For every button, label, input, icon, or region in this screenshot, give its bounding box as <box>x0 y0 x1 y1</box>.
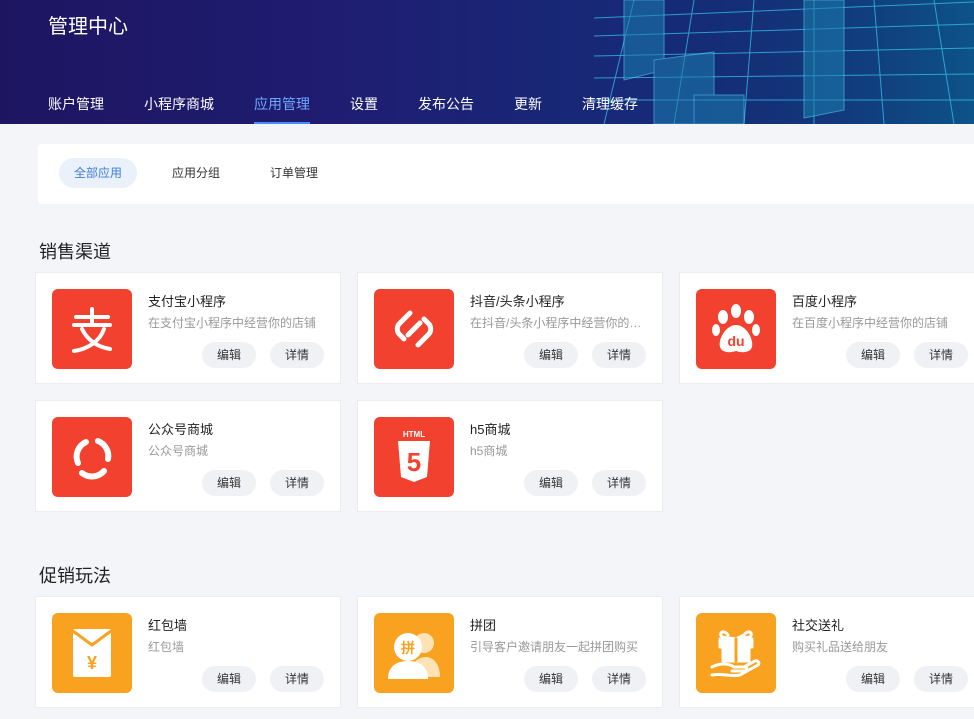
main-nav: 账户管理 小程序商城 应用管理 设置 发布公告 更新 清理缓存 <box>48 94 678 124</box>
edit-button[interactable]: 编辑 <box>524 470 578 496</box>
app-card-h5: HTML 5 h5商城 h5商城 编辑 详情 <box>357 400 663 512</box>
app-tab-bar: 全部应用 应用分组 订单管理 <box>38 144 974 204</box>
edit-button[interactable]: 编辑 <box>524 342 578 368</box>
section-title-promotions: 促销玩法 <box>39 566 111 586</box>
app-card-red-envelope: ¥ 红包墙 红包墙 编辑 详情 <box>35 596 341 708</box>
top-header: 管理中心 账户管理 小程序商城 应用管理 设置 发布公告 更新 清理缓存 <box>0 0 974 124</box>
app-description: 公众号商城 <box>148 444 209 458</box>
html5-label: HTML <box>403 430 425 439</box>
alipay-icon <box>52 289 132 369</box>
app-description: 红包墙 <box>148 640 185 654</box>
edit-button[interactable]: 编辑 <box>846 666 900 692</box>
gift-icon <box>696 613 776 693</box>
app-name: 拼团 <box>470 618 497 633</box>
app-name: 红包墙 <box>148 618 188 633</box>
detail-button[interactable]: 详情 <box>270 470 324 496</box>
edit-button[interactable]: 编辑 <box>846 342 900 368</box>
yuan-symbol: ¥ <box>87 653 97 673</box>
tab-order-management[interactable]: 订单管理 <box>255 158 333 188</box>
app-card-official-account: 公众号商城 公众号商城 编辑 详情 <box>35 400 341 512</box>
app-card-social-gift: 社交送礼 购买礼品送给朋友 编辑 详情 <box>679 596 974 708</box>
edit-button[interactable]: 编辑 <box>202 470 256 496</box>
group-buy-char: 拼 <box>401 640 415 657</box>
edit-button[interactable]: 编辑 <box>202 342 256 368</box>
detail-button[interactable]: 详情 <box>592 666 646 692</box>
official-account-icon <box>52 417 132 497</box>
red-envelope-icon: ¥ <box>52 613 132 693</box>
app-card-group-buy: 拼 拼团 引导客户邀请朋友一起拼团购买 编辑 详情 <box>357 596 663 708</box>
nav-item-account[interactable]: 账户管理 <box>48 94 104 124</box>
group-buy-icon: 拼 <box>374 613 454 693</box>
detail-button[interactable]: 详情 <box>270 342 324 368</box>
section-title-sales-channels: 销售渠道 <box>39 242 111 262</box>
nav-item-update[interactable]: 更新 <box>514 94 542 124</box>
app-title: 管理中心 <box>48 16 128 38</box>
douyin-link-icon <box>374 289 454 369</box>
nav-item-publish-notice[interactable]: 发布公告 <box>418 94 474 124</box>
tab-app-groups[interactable]: 应用分组 <box>157 158 235 188</box>
app-card-baidu: du 百度小程序 在百度小程序中经营你的店铺 编辑 详情 <box>679 272 974 384</box>
app-name: 公众号商城 <box>148 422 214 437</box>
nav-item-settings[interactable]: 设置 <box>350 94 378 124</box>
detail-button[interactable]: 详情 <box>914 666 968 692</box>
detail-button[interactable]: 详情 <box>914 342 968 368</box>
app-card-alipay: 支付宝小程序 在支付宝小程序中经营你的店铺 编辑 详情 <box>35 272 341 384</box>
app-name: 百度小程序 <box>792 294 858 309</box>
app-description: 在支付宝小程序中经营你的店铺 <box>148 316 317 330</box>
html5-icon: HTML 5 <box>374 417 454 497</box>
detail-button[interactable]: 详情 <box>592 342 646 368</box>
app-description: 购买礼品送给朋友 <box>792 640 889 654</box>
baidu-du-text: du <box>727 333 744 349</box>
nav-item-app-management[interactable]: 应用管理 <box>254 94 310 124</box>
edit-button[interactable]: 编辑 <box>202 666 256 692</box>
app-card-douyin: 抖音/头条小程序 在抖音/头条小程序中经营你的店铺 编辑 详情 <box>357 272 663 384</box>
app-name: 抖音/头条小程序 <box>470 294 565 309</box>
nav-item-mini-program-store[interactable]: 小程序商城 <box>144 94 214 124</box>
app-description: h5商城 <box>470 444 508 458</box>
app-name: 支付宝小程序 <box>148 294 227 309</box>
detail-button[interactable]: 详情 <box>270 666 324 692</box>
edit-button[interactable]: 编辑 <box>524 666 578 692</box>
tab-all-apps[interactable]: 全部应用 <box>59 158 138 188</box>
html5-number: 5 <box>407 447 421 477</box>
app-description: 在百度小程序中经营你的店铺 <box>792 316 949 330</box>
app-name: h5商城 <box>470 422 511 437</box>
nav-item-clear-cache[interactable]: 清理缓存 <box>582 94 638 124</box>
baidu-paw-icon: du <box>696 289 776 369</box>
app-description: 在抖音/头条小程序中经营你的店铺 <box>470 316 650 330</box>
app-description: 引导客户邀请朋友一起拼团购买 <box>470 640 639 654</box>
detail-button[interactable]: 详情 <box>592 470 646 496</box>
app-name: 社交送礼 <box>792 618 845 633</box>
